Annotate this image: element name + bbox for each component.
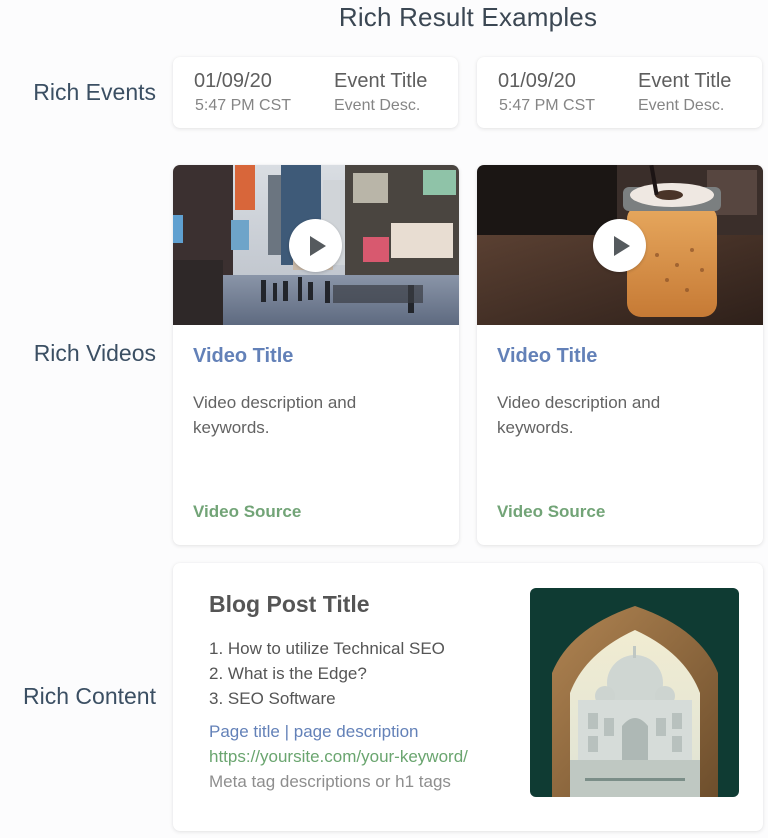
- video-card[interactable]: Video Title Video description and keywor…: [477, 165, 763, 545]
- video-card[interactable]: Video Title Video description and keywor…: [173, 165, 459, 545]
- serp-title-link[interactable]: Page title | page description: [209, 722, 419, 742]
- blog-post-title: Blog Post Title: [209, 591, 370, 617]
- taj-mahal-image: [530, 588, 739, 797]
- event-date: 01/09/20: [498, 70, 576, 92]
- list-item: 3. SEO Software: [209, 689, 336, 708]
- play-button[interactable]: [593, 219, 646, 272]
- event-card[interactable]: 01/09/20 5:47 PM CST Event Title Event D…: [173, 57, 458, 128]
- video-title-link[interactable]: Video Title: [497, 345, 597, 368]
- page-title: Rich Result Examples: [338, 2, 598, 32]
- video-thumbnail[interactable]: [173, 165, 459, 325]
- play-icon: [310, 235, 326, 256]
- serp-url[interactable]: https://yoursite.com/your-keyword/: [209, 747, 468, 767]
- play-button[interactable]: [289, 219, 342, 272]
- row-label-events: Rich Events: [33, 79, 156, 105]
- row-label-content: Rich Content: [23, 683, 156, 709]
- list-item: 2. What is the Edge?: [209, 664, 367, 683]
- content-card[interactable]: Blog Post Title 1. How to utilize Techni…: [173, 563, 763, 831]
- event-description: Event Desc.: [638, 97, 725, 114]
- video-thumbnail[interactable]: [477, 165, 763, 325]
- event-description: Event Desc.: [334, 97, 421, 114]
- serp-meta-description: Meta tag descriptions or h1 tags: [209, 772, 451, 791]
- event-date: 01/09/20: [194, 70, 272, 92]
- video-source: Video Source: [193, 502, 302, 521]
- event-title: Event Title: [638, 70, 732, 92]
- event-time: 5:47 PM CST: [499, 97, 596, 114]
- play-icon: [614, 235, 630, 256]
- video-description: Video description and keywords.: [193, 393, 357, 437]
- event-card[interactable]: 01/09/20 5:47 PM CST Event Title Event D…: [477, 57, 762, 128]
- event-time: 5:47 PM CST: [195, 97, 292, 114]
- list-item: 1. How to utilize Technical SEO: [209, 639, 445, 658]
- video-description: Video description and keywords.: [497, 393, 661, 437]
- video-title-link[interactable]: Video Title: [193, 345, 293, 368]
- event-title: Event Title: [334, 70, 428, 92]
- blog-outline-list: 1. How to utilize Technical SEO 2. What …: [209, 636, 445, 711]
- row-label-videos: Rich Videos: [33, 340, 156, 366]
- video-source: Video Source: [497, 502, 606, 521]
